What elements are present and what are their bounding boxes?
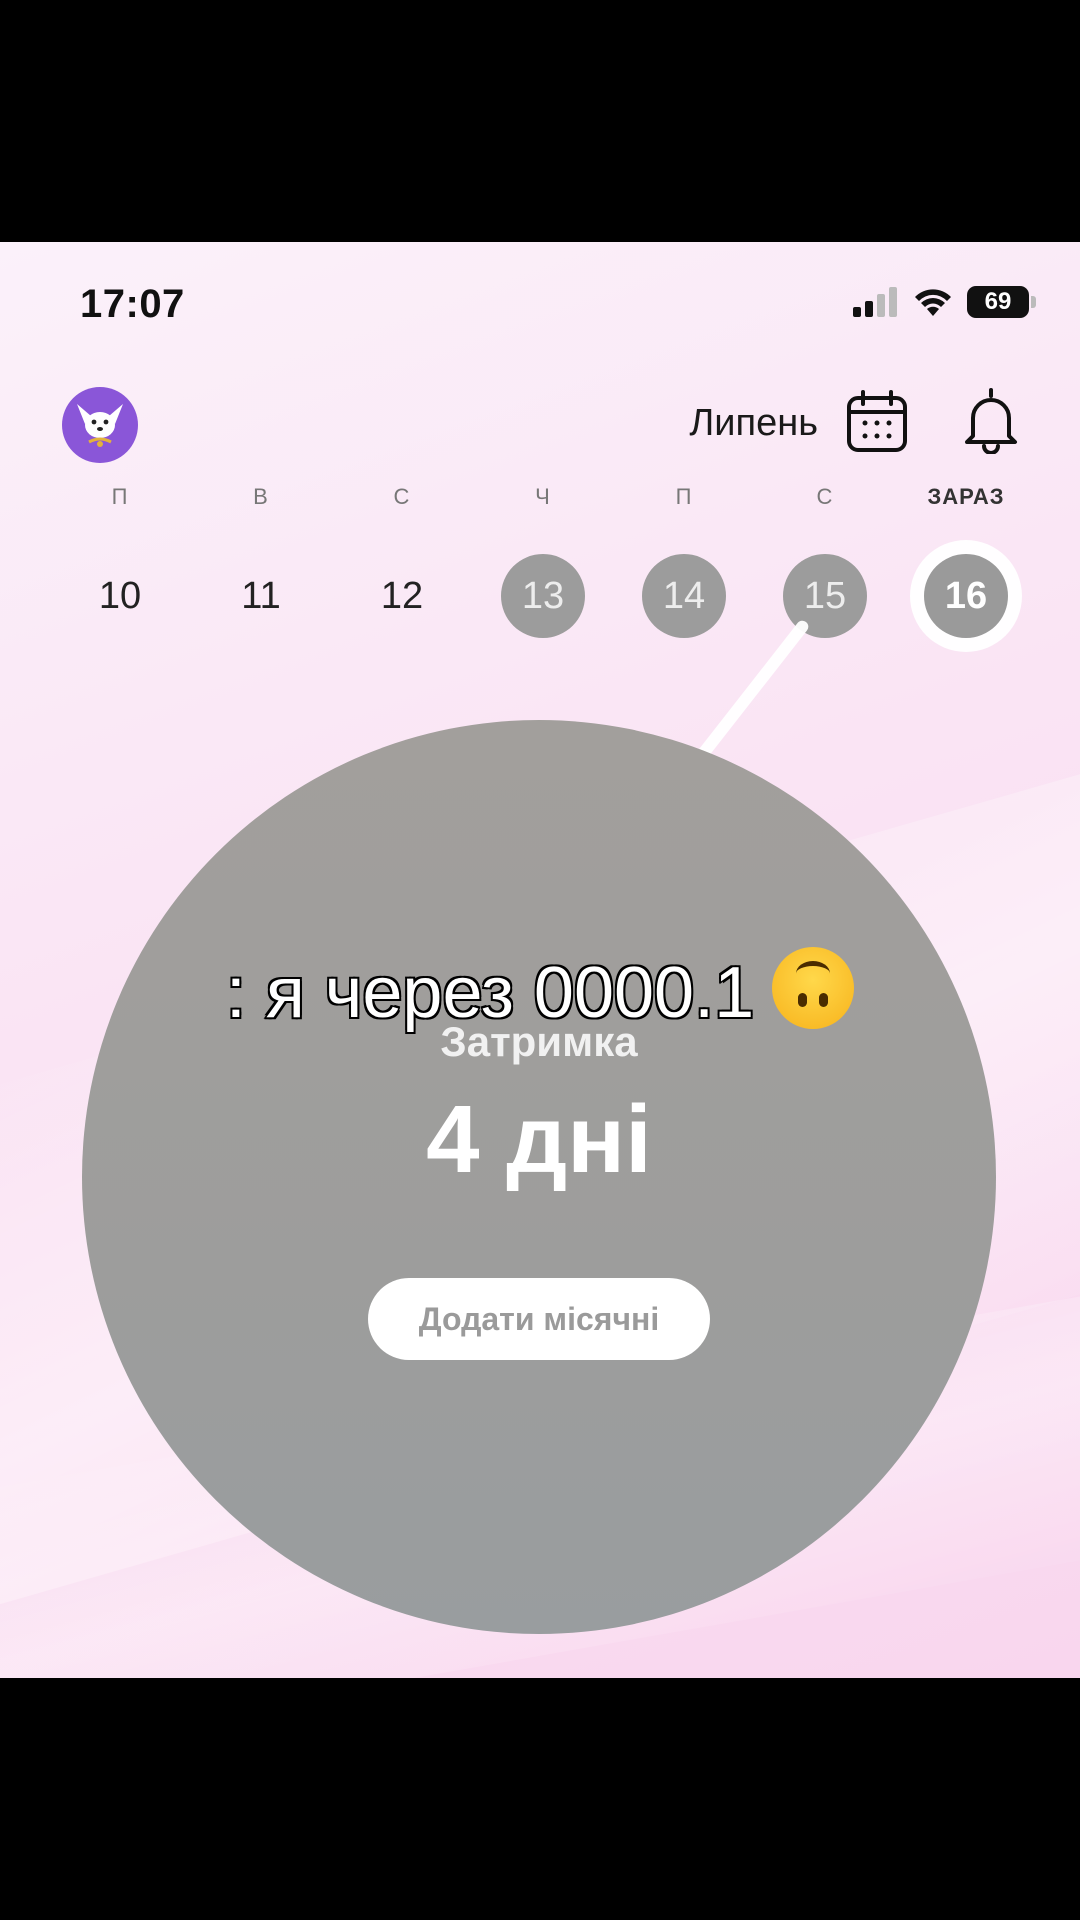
video-caption: : я через 0000.1: [0, 947, 1080, 1035]
cycle-status-value: 4 дні: [426, 1086, 652, 1193]
day-number: 16: [924, 554, 1008, 638]
day-number: 10: [98, 575, 142, 617]
status-time: 17:07: [80, 282, 185, 326]
app-screen: 17:07 69 Липень П В С Ч П С ЗАРАЗ 10 11 …: [0, 242, 1080, 1678]
day-cell[interactable]: 12: [332, 554, 472, 638]
day-number: 14: [642, 554, 726, 638]
day-cell[interactable]: 11: [191, 554, 331, 638]
weekday-label: П: [675, 484, 693, 509]
day-cell-predicted[interactable]: 14: [614, 554, 754, 638]
caption-text: : я через 0000.1: [224, 952, 755, 1035]
day-cell-predicted[interactable]: 15: [755, 554, 895, 638]
upside-down-face-icon: [772, 947, 855, 1029]
wifi-icon: [915, 289, 951, 316]
battery-indicator: 69: [967, 286, 1029, 318]
day-cell-today[interactable]: 16: [896, 554, 1036, 638]
cycle-status-circle: Затримка 4 дні Додати місячні: [82, 720, 996, 1634]
weekday-label: П: [111, 484, 129, 509]
day-cell[interactable]: 10: [50, 554, 190, 638]
battery-cap: [1031, 296, 1036, 308]
weekday-label: С: [816, 484, 834, 509]
week-strip: П В С Ч П С ЗАРАЗ 10 11 12 13 14 15 16: [50, 484, 1040, 644]
day-cell-predicted[interactable]: 13: [473, 554, 613, 638]
video-frame: 17:07 69 Липень П В С Ч П С ЗАРАЗ 10 11 …: [0, 0, 1080, 1920]
dog-avatar-icon: [77, 404, 123, 447]
month-label[interactable]: Липень: [689, 402, 818, 445]
bell-icon[interactable]: [963, 388, 1019, 455]
add-period-button[interactable]: Додати місячні: [368, 1278, 710, 1360]
status-icons: 69: [853, 284, 1036, 320]
battery-level: 69: [984, 288, 1012, 315]
day-number: 11: [241, 575, 281, 617]
cellular-signal-icon: [853, 287, 897, 317]
day-number: 13: [501, 554, 585, 638]
calendar-icon[interactable]: [846, 390, 908, 454]
day-number: 12: [380, 575, 424, 617]
weekday-label-today: ЗАРАЗ: [927, 484, 1005, 509]
profile-avatar[interactable]: [62, 387, 138, 463]
weekday-label: С: [393, 484, 411, 509]
weekday-label: Ч: [535, 484, 551, 509]
weekday-label: В: [253, 484, 269, 509]
